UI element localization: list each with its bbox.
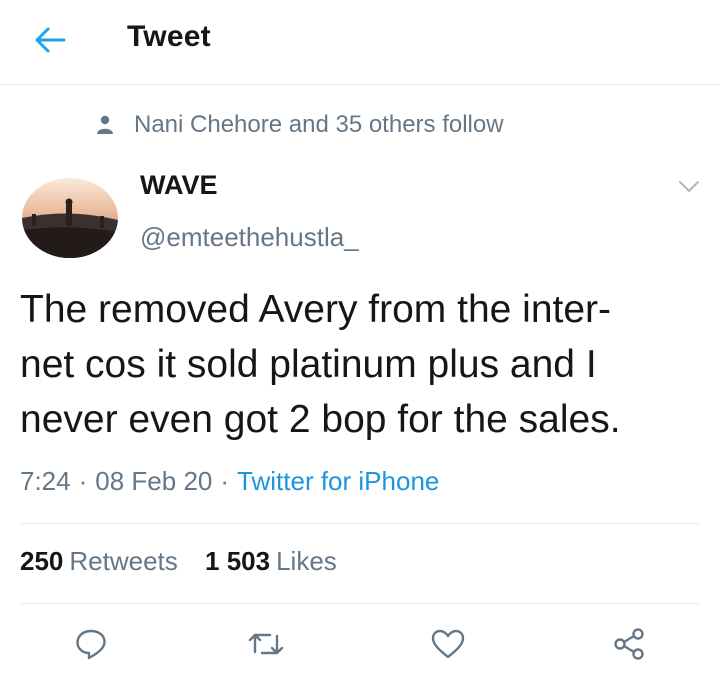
avatar-image	[22, 178, 118, 258]
author-name[interactable]: WAVE	[140, 170, 218, 201]
tweet-stats: 250 Retweets 1 503 Likes	[20, 546, 337, 577]
reply-icon	[76, 629, 106, 660]
retweets-label: Retweets	[69, 546, 178, 576]
tweet-header: Tweet	[0, 0, 720, 85]
retweets-stat[interactable]: 250 Retweets	[20, 546, 178, 576]
author-handle[interactable]: @emteethehustla_	[140, 222, 359, 253]
back-arrow-icon[interactable]	[34, 26, 66, 54]
likes-label: Likes	[276, 546, 337, 576]
tweet-source-link[interactable]: Twitter for iPhone	[237, 466, 439, 496]
avatar[interactable]	[22, 178, 118, 258]
tweet-meta: 7:24 · 08 Feb 20 · Twitter for iPhone	[20, 466, 439, 497]
chevron-down-icon[interactable]	[678, 180, 700, 194]
like-button[interactable]	[428, 624, 468, 664]
divider	[20, 603, 700, 604]
like-icon	[431, 629, 465, 659]
tweet-time[interactable]: 7:24	[20, 466, 71, 496]
social-context[interactable]: Nani Chehore and 35 others follow	[96, 110, 504, 140]
divider	[20, 523, 700, 524]
tweet-text-line: net cos it sold platinum plus and I	[20, 343, 597, 386]
meta-separator: ·	[78, 466, 88, 496]
retweet-button[interactable]	[246, 624, 286, 664]
person-icon	[97, 115, 113, 134]
page-title: Tweet	[127, 20, 211, 53]
likes-count: 1 503	[205, 546, 271, 576]
tweet-date[interactable]: 08 Feb 20	[95, 466, 212, 496]
retweets-count: 250	[20, 546, 64, 576]
meta-separator: ·	[220, 466, 230, 496]
share-icon	[614, 628, 644, 660]
likes-stat[interactable]: 1 503 Likes	[205, 546, 337, 576]
tweet-text-line: The removed Avery from the inter-	[20, 288, 612, 331]
tweet-text: The removed Avery from the inter- net co…	[20, 282, 710, 447]
share-button[interactable]	[609, 624, 649, 664]
reply-button[interactable]	[71, 624, 111, 664]
retweet-icon	[248, 633, 284, 655]
tweet-text-line: never even got 2 bop for the sales.	[20, 398, 621, 441]
social-context-text: Nani Chehore and 35 others follow	[134, 111, 504, 138]
